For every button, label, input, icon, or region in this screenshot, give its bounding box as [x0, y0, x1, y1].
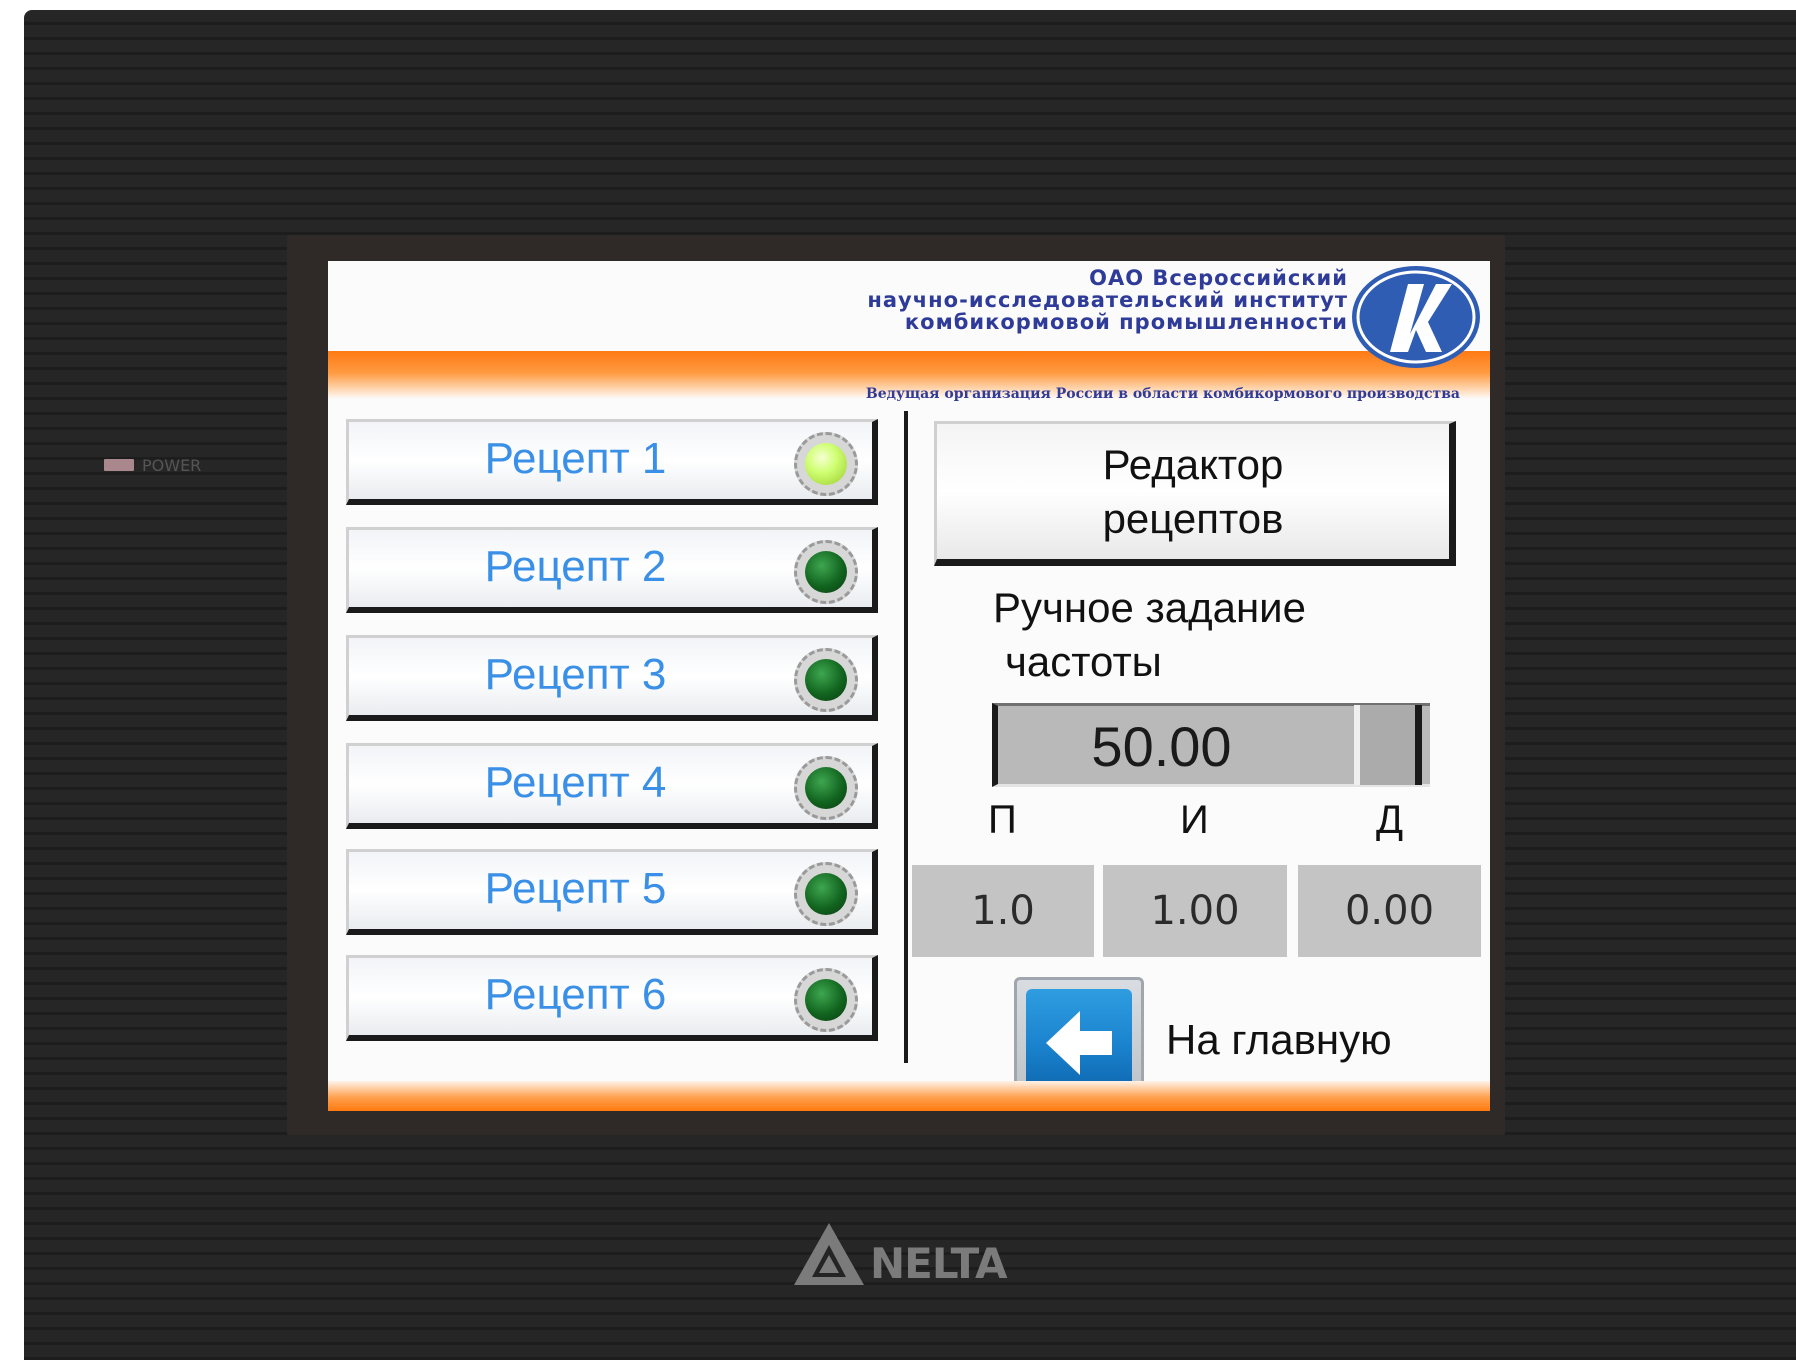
footer-band: [328, 1081, 1490, 1111]
organization-name: ОАО Всероссийский научно-исследовательск…: [867, 267, 1348, 333]
recipe-editor-button[interactable]: Редактор рецептов: [934, 421, 1456, 566]
manual-title-line-1: Ручное задание: [993, 584, 1306, 631]
power-label: POWER: [142, 455, 202, 475]
recipe-label: Рецепт 5: [484, 864, 667, 913]
manual-frequency-title: Ручное задание частоты: [993, 581, 1306, 689]
org-line-2: научно-исследовательский институт: [867, 288, 1348, 312]
org-line-3: комбикормовой промышленности: [904, 310, 1348, 334]
recipe-lamp-icon: [794, 756, 858, 820]
recipe-label: Рецепт 1: [484, 434, 667, 483]
recipe-button-3[interactable]: Рецепт 3: [346, 635, 878, 721]
home-label: На главную: [1166, 1016, 1392, 1063]
manual-title-line-2: частоты: [1005, 638, 1162, 685]
org-line-1: ОАО Всероссийский: [1089, 266, 1348, 290]
pid-label-d: Д: [1376, 798, 1404, 842]
recipe-label: Рецепт 3: [484, 650, 667, 699]
recipe-lamp-icon: [794, 432, 858, 496]
frequency-slider[interactable]: 50.00: [992, 703, 1430, 787]
header-slogan: Ведущая организация России в области ком…: [865, 386, 1460, 402]
recipe-label: Рецепт 4: [484, 758, 667, 807]
power-indicator: POWER: [104, 455, 201, 475]
recipe-label: Рецепт 2: [484, 542, 667, 591]
recipe-lamp-icon: [794, 540, 858, 604]
hmi-screen: ОАО Всероссийский научно-исследовательск…: [328, 261, 1490, 1111]
recipe-button-5[interactable]: Рецепт 5: [346, 849, 878, 935]
frequency-value: 50.00: [1091, 715, 1232, 778]
pid-label-p: П: [988, 798, 1017, 842]
panel-divider: [904, 411, 908, 1063]
brand-word: NELTA: [870, 1239, 1008, 1288]
pid-label-i: И: [1180, 798, 1209, 842]
institute-logo: [1352, 266, 1480, 368]
recipe-button-4[interactable]: Рецепт 4: [346, 743, 878, 829]
recipe-button-2[interactable]: Рецепт 2: [346, 527, 878, 613]
recipe-button-6[interactable]: Рецепт 6: [346, 955, 878, 1041]
slider-thumb[interactable]: [1354, 705, 1422, 785]
recipe-lamp-icon: [794, 648, 858, 712]
editor-label-line-2: рецептов: [1102, 495, 1284, 542]
power-led: [104, 459, 134, 471]
delta-triangle-icon: [794, 1223, 864, 1285]
brand-logo: NELTA: [794, 1205, 1054, 1285]
recipe-label: Рецепт 6: [484, 970, 667, 1019]
pid-value-d[interactable]: 0.00: [1298, 865, 1481, 957]
pid-value-p[interactable]: 1.0: [912, 865, 1094, 957]
editor-label-line-1: Редактор: [1102, 441, 1284, 488]
recipe-lamp-icon: [794, 968, 858, 1032]
recipe-lamp-icon: [794, 862, 858, 926]
recipe-button-1[interactable]: Рецепт 1: [346, 419, 878, 505]
pid-value-i[interactable]: 1.00: [1103, 865, 1287, 957]
